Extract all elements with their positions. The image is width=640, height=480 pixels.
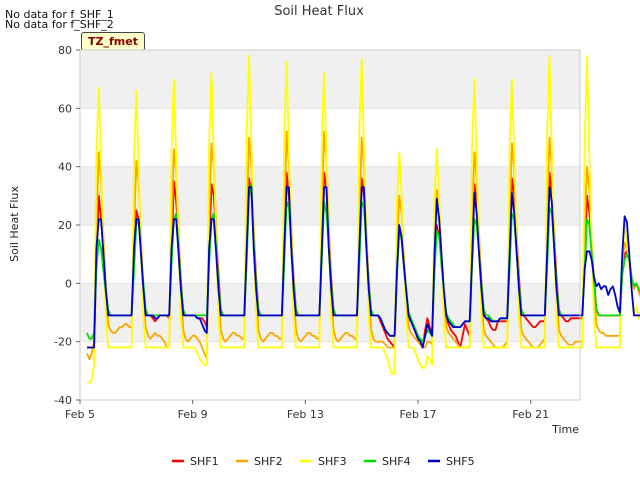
y-tick-label: 20 bbox=[58, 219, 72, 232]
legend-label: SHF2 bbox=[254, 455, 283, 468]
x-axis: Feb 5 Feb 9 Feb 13 Feb 17 Feb 21 bbox=[65, 400, 549, 421]
x-tick-label: Feb 5 bbox=[65, 408, 95, 421]
y-axis-label: Soil Heat Flux bbox=[8, 186, 21, 262]
x-tick-label: Feb 17 bbox=[400, 408, 437, 421]
y-tick-label: -40 bbox=[54, 394, 72, 407]
y-tick-label: -20 bbox=[54, 336, 72, 349]
legend: SHF1 SHF2 SHF3 SHF4 SHF5 bbox=[172, 455, 475, 468]
x-tick-label: Feb 9 bbox=[178, 408, 208, 421]
legend-label: SHF5 bbox=[446, 455, 475, 468]
y-tick-label: 80 bbox=[58, 44, 72, 57]
x-tick-label: Feb 21 bbox=[512, 408, 549, 421]
y-tick-label: 0 bbox=[65, 277, 72, 290]
y-axis: -40 -20 0 20 40 60 80 bbox=[54, 44, 80, 407]
legend-label: SHF4 bbox=[382, 455, 411, 468]
chart-title: Soil Heat Flux bbox=[274, 4, 364, 19]
grid-band bbox=[80, 50, 580, 109]
legend-label: SHF1 bbox=[190, 455, 219, 468]
grid-band bbox=[80, 166, 580, 225]
y-tick-label: 60 bbox=[58, 102, 72, 115]
x-axis-label: Time bbox=[551, 423, 579, 436]
chart-root: No data for f_SHF_1 No data for f_SHF_2 … bbox=[0, 0, 640, 480]
soil-heat-flux-chart: -40-20020406080 Feb 5 Feb 9 Feb 13 Feb 17 Fe… bbox=[8, 4, 640, 468]
legend-label: SHF3 bbox=[318, 455, 347, 468]
x-tick-label: Feb 13 bbox=[287, 408, 324, 421]
y-tick-label: 40 bbox=[58, 161, 72, 174]
